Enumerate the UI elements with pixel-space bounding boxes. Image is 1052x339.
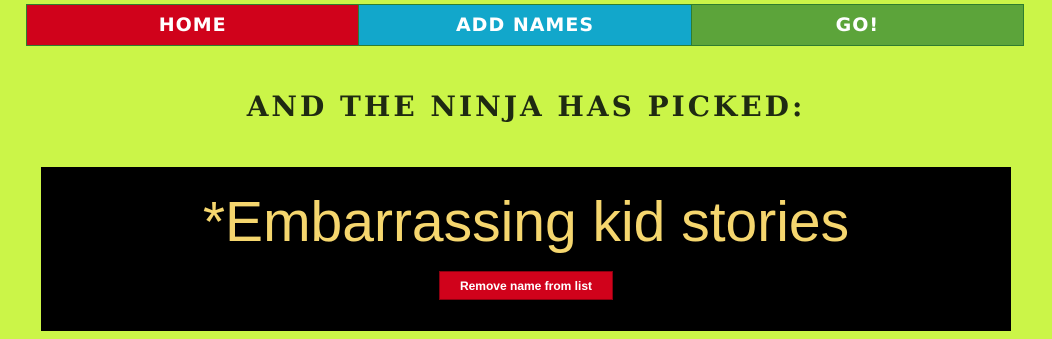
nav-home-link[interactable]: HOME	[27, 5, 359, 45]
nav-add-names-link[interactable]: ADD NAMES	[358, 5, 692, 45]
nav-home-label: HOME	[158, 14, 227, 36]
nav-add-names-label: ADD NAMES	[455, 14, 595, 36]
nav-go-link[interactable]: GO!	[691, 5, 1023, 45]
remove-name-button[interactable]: Remove name from list	[439, 271, 613, 300]
nav-go-label: GO!	[835, 14, 880, 36]
picked-name-text: *Embarrassing kid stories	[202, 190, 850, 254]
picked-result-panel: *Embarrassing kid stories Remove name fr…	[41, 167, 1011, 331]
page-heading: AND THE NINJA HAS PICKED:	[246, 90, 806, 123]
main-nav: HOME ADD NAMES GO!	[26, 4, 1024, 46]
